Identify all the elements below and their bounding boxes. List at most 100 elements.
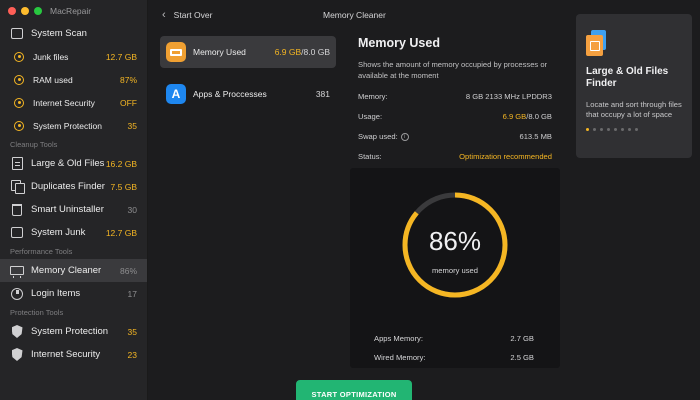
scan-icon [10,27,24,41]
carousel-dot[interactable] [600,128,603,131]
start-optimization-button[interactable]: START OPTIMIZATION [296,380,412,400]
swap-value: 613.5 MB [519,132,552,141]
sidebar-item-value: 12.7 GB [105,51,137,62]
sidebar-item-system-protection-status[interactable]: System Protection 35 [0,114,147,137]
sidebar-item-label: RAM used [33,74,73,85]
carousel-dot[interactable] [635,128,638,131]
sidebar-item-system-protection[interactable]: System Protection 35 [0,320,147,343]
sidebar-item-label: Memory Cleaner [31,265,102,276]
sidebar-item-value: 23 [127,349,137,360]
apps-memory-value: 2.7 GB [510,334,534,343]
sidebar-item-junk-files[interactable]: Junk files 12.7 GB [0,45,147,68]
section-protection-tools: Protection Tools [10,308,64,317]
ram-icon [166,42,186,62]
sidebar-item-value: 86% [119,265,137,276]
info-icon[interactable]: i [400,133,409,141]
memory-value: 8 GB 2133 MHz LPDDR3 [465,92,552,101]
sidebar-item-internet-security-status[interactable]: Internet Security OFF [0,91,147,114]
memory-row: Memory: 8 GB 2133 MHz LPDDR3 [358,92,552,101]
sidebar-item-value: 7.5 GB [110,181,137,192]
sidebar-item-system-scan[interactable]: System Scan [0,22,147,45]
details-title: Memory Used [358,36,440,50]
sidebar-item-login-items[interactable]: Login Items 17 [0,282,147,305]
list-item-value: 6.9 GB/8.0 GB [275,47,330,57]
minimize-window-button[interactable] [21,7,29,15]
carousel-dot[interactable] [586,128,589,131]
sidebar-item-label: Internet Security [33,97,95,108]
shield-icon [10,325,24,339]
sidebar-item-duplicates-finder[interactable]: Duplicates Finder 7.5 GB [0,175,147,198]
usage-value: 6.9 GB/8.0 GB [503,112,552,121]
carousel-dot[interactable] [614,128,617,131]
carousel-dots[interactable] [586,128,682,131]
swap-label-wrap: Swap used: i [358,132,409,141]
title-bar: MacRepair [0,0,147,22]
window-controls [8,7,42,15]
page-title: Memory Cleaner [323,10,386,20]
memory-used-value: 6.9 GB [274,47,302,57]
memory-category-list: Memory Used 6.9 GB/8.0 GB A Apps & Procc… [160,36,336,120]
sidebar-item-value: OFF [120,97,137,108]
sidebar-item-value: 16.2 GB [105,158,137,169]
chevron-left-icon: ‹ [162,9,166,21]
usage-total-value: /8.0 GB [526,112,552,121]
sidebar-item-label: Junk files [33,51,69,62]
status-label: Status: [358,152,382,161]
sidebar-item-value: 35 [127,120,137,131]
carousel-dot[interactable] [628,128,631,131]
sidebar: MacRepair System Scan Junk files 12.7 GB… [0,0,148,400]
carousel-dot[interactable] [593,128,596,131]
sidebar-item-label: System Protection [33,120,102,131]
login-icon [10,287,24,301]
list-item-label: Apps & Proccesses [193,89,267,99]
wired-memory-row: Wired Memory: 2.5 GB [374,353,534,362]
sidebar-item-label: System Protection [31,326,109,337]
list-item-apps-processes[interactable]: A Apps & Proccesses 381 [160,78,336,110]
large-files-icon [586,30,608,56]
sidebar-item-label: Duplicates Finder [31,181,105,192]
shield-icon [10,348,24,362]
section-cleanup-tools: Cleanup Tools [10,140,58,149]
sidebar-item-smart-uninstaller[interactable]: Smart Uninstaller 30 [0,198,147,221]
file-icon [10,157,24,171]
sidebar-item-ram-used[interactable]: RAM used 87% [0,68,147,91]
promo-title: Large & Old Files Finder [586,66,669,89]
carousel-dot[interactable] [607,128,610,131]
usage-row: Usage: 6.9 GB/8.0 GB [358,112,552,121]
wired-memory-label: Wired Memory: [374,353,426,362]
status-value: Optimization recommended [459,152,552,161]
app-title: MacRepair [50,6,92,16]
close-window-button[interactable] [8,7,16,15]
sidebar-item-label: Internet Security [31,349,101,360]
list-item-value: 381 [315,89,330,99]
apps-memory-row: Apps Memory: 2.7 GB [374,334,534,343]
sidebar-item-label: Smart Uninstaller [31,204,104,215]
start-over-button[interactable]: ‹ Start Over [162,9,212,21]
wired-memory-value: 2.5 GB [510,353,534,362]
list-item-memory-used[interactable]: Memory Used 6.9 GB/8.0 GB [160,36,336,68]
sidebar-item-value: 30 [127,204,137,215]
sidebar-item-large-old-files[interactable]: Large & Old Files 16.2 GB [0,152,147,175]
sidebar-item-internet-security[interactable]: Internet Security 23 [0,343,147,366]
status-dot-icon [12,73,26,87]
sidebar-item-system-junk[interactable]: System Junk 12.7 GB [0,221,147,244]
memory-total-value: /8.0 GB [301,47,330,57]
sidebar-item-memory-cleaner[interactable]: Memory Cleaner 86% [0,259,147,282]
zoom-window-button[interactable] [34,7,42,15]
apps-memory-label: Apps Memory: [374,334,423,343]
top-bar: ‹ Start Over Memory Cleaner [148,0,558,30]
memory-gauge-panel: 86% memory used Apps Memory: 2.7 GB Wire… [350,168,560,368]
trash-icon [10,203,24,217]
usage-used-value: 6.9 GB [502,112,527,121]
details-description: Shows the amount of memory occupied by p… [358,60,548,80]
sidebar-item-value: 17 [127,288,137,299]
carousel-dot[interactable] [621,128,624,131]
sidebar-item-label: System Junk [31,227,86,238]
duplicates-icon [10,180,25,194]
memory-details: Memory Used Shows the amount of memory o… [358,36,552,161]
app-store-icon: A [166,84,186,104]
promo-card[interactable]: Large & Old Files Finder Locate and sort… [576,14,692,158]
list-item-label: Memory Used [193,47,246,57]
gauge-percent: 86% [428,226,482,256]
swap-label: Swap used: [358,132,398,141]
